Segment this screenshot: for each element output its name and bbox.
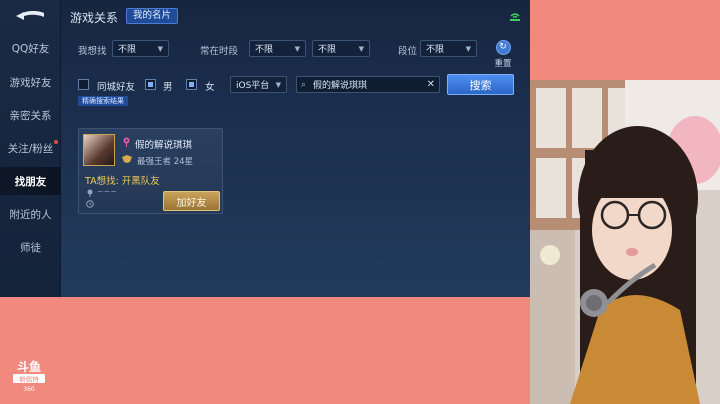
sidebar-item-label: 附近的人 xyxy=(9,208,52,221)
male-label: 男 xyxy=(163,82,173,93)
rank-select-value: 不限 xyxy=(426,45,445,55)
same-city-checkbox[interactable] xyxy=(78,79,89,90)
back-arrow-icon[interactable] xyxy=(14,8,46,22)
sidebar-item-nearby[interactable]: 附近的人 xyxy=(0,200,61,228)
platform-value: iOS平台 xyxy=(236,81,270,91)
sidebar-item-follows[interactable]: 关注/粉丝 xyxy=(0,134,61,162)
sidebar-item-intimate[interactable]: 亲密关系 xyxy=(0,101,61,129)
sidebar-item-find-friends[interactable]: 找朋友 xyxy=(0,167,61,195)
svg-text:斗鱼: 斗鱼 xyxy=(17,359,41,374)
sidebar: QQ好友 游戏好友 亲密关系 关注/粉丝 找朋友 附近的人 师徒 xyxy=(0,0,61,297)
male-checkbox[interactable] xyxy=(145,79,156,90)
reset-button[interactable]: ↻ 重置 xyxy=(492,40,514,69)
notification-dot xyxy=(54,140,58,144)
avatar xyxy=(83,134,115,166)
time-from-value: 不限 xyxy=(255,45,274,55)
chevron-down-icon: ▼ xyxy=(358,44,364,53)
time-to-select[interactable]: 不限 ▼ xyxy=(312,40,370,57)
female-pin-icon xyxy=(123,137,130,147)
time-to-value: 不限 xyxy=(318,45,337,55)
douyu-watermark-logo: 斗鱼 斯佩特 360 xyxy=(13,359,45,393)
platform-select[interactable]: iOS平台 ▼ xyxy=(230,76,287,93)
location-icon xyxy=(87,189,93,197)
want-select[interactable]: 不限 ▼ xyxy=(112,40,169,57)
search-icon: ⌕ xyxy=(301,79,307,90)
stream-frame: QQ好友 游戏好友 亲密关系 关注/粉丝 找朋友 附近的人 师徒 游戏关系 我的… xyxy=(0,0,720,404)
sidebar-item-mentor[interactable]: 师徒 xyxy=(0,233,61,261)
player-wants: TA想找: 开黑队友 xyxy=(85,176,160,187)
want-select-value: 不限 xyxy=(118,45,137,55)
sidebar-item-label: 亲密关系 xyxy=(9,109,52,122)
player-name: 假的解说琪琪 xyxy=(135,140,193,151)
search-button[interactable]: 搜索 xyxy=(447,74,514,95)
rank-select[interactable]: 不限 ▼ xyxy=(420,40,477,57)
same-city-label: 同城好友 xyxy=(97,82,136,93)
female-checkbox[interactable] xyxy=(186,79,197,90)
friend-result-card[interactable]: 假的解说琪琪 最强王者 24星 TA想找: 开黑队友 ~~~ 加好友 xyxy=(78,128,223,214)
sidebar-item-label: 找朋友 xyxy=(14,175,47,188)
sidebar-item-game-friends[interactable]: 游戏好友 xyxy=(0,68,61,96)
rank-badge-icon xyxy=(122,155,132,163)
time-from-select[interactable]: 不限 ▼ xyxy=(249,40,306,57)
add-friend-button[interactable]: 加好友 xyxy=(163,191,220,211)
chevron-down-icon: ▼ xyxy=(465,44,471,53)
sidebar-item-qq-friends[interactable]: QQ好友 xyxy=(0,34,61,62)
tab-my-card[interactable]: 我的名片 xyxy=(126,8,179,24)
precise-result-tag: 精确搜索结果 xyxy=(78,96,128,106)
sidebar-item-label: QQ好友 xyxy=(11,42,50,55)
female-label: 女 xyxy=(205,82,215,93)
webcam-scene xyxy=(530,80,720,404)
time-label: 常在时段 xyxy=(200,46,239,57)
rank-label: 段位 xyxy=(398,46,418,57)
chevron-down-icon: ▼ xyxy=(294,44,300,53)
chevron-down-icon: ▼ xyxy=(157,44,163,53)
game-window: QQ好友 游戏好友 亲密关系 关注/粉丝 找朋友 附近的人 师徒 游戏关系 我的… xyxy=(0,0,530,297)
sidebar-item-label: 游戏好友 xyxy=(9,76,52,89)
clock-icon xyxy=(86,200,94,208)
search-input[interactable]: ⌕ 假的解说琪琪 ✕ xyxy=(296,76,440,93)
page-title: 游戏关系 xyxy=(70,11,119,25)
reset-label: 重置 xyxy=(494,59,512,69)
svg-text:360: 360 xyxy=(23,386,35,393)
search-input-value: 假的解说琪琪 xyxy=(313,81,368,91)
chevron-down-icon: ▼ xyxy=(275,80,281,89)
clear-icon[interactable]: ✕ xyxy=(427,79,435,90)
player-rank: 最强王者 24星 xyxy=(137,157,194,167)
want-label: 我想找 xyxy=(78,46,107,57)
svg-text:斯佩特: 斯佩特 xyxy=(19,375,39,384)
refresh-icon: ↻ xyxy=(495,40,511,55)
sidebar-item-label: 关注/粉丝 xyxy=(7,142,54,155)
streamer-webcam xyxy=(530,80,720,404)
sidebar-item-label: 师徒 xyxy=(20,241,41,254)
wifi-icon xyxy=(510,13,520,21)
player-location: ~~~ xyxy=(97,187,118,196)
